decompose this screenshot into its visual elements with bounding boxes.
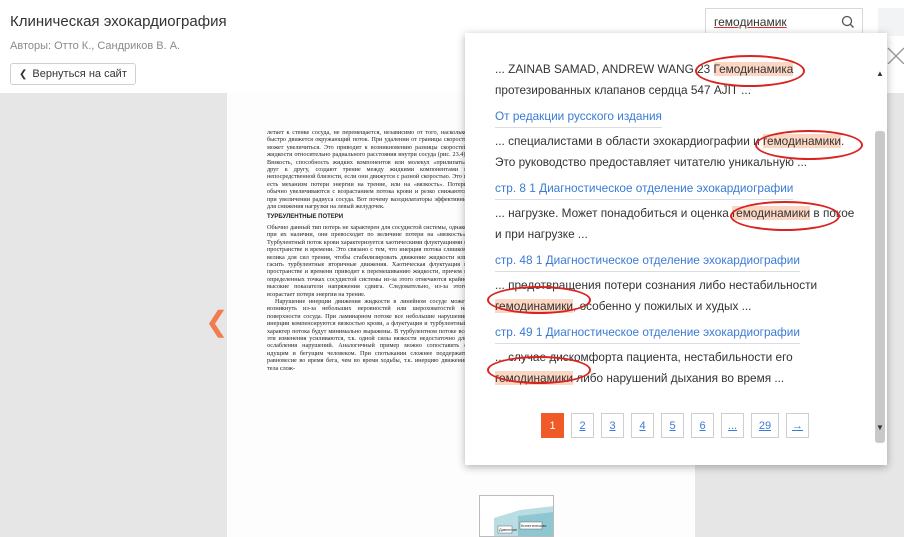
page-paragraph: летает к стенке сосуда, не перемещается,… (267, 129, 467, 211)
result-link[interactable]: От редакции русского издания (495, 106, 662, 128)
page-link-29[interactable]: 29 (751, 413, 779, 438)
page-link-1[interactable]: 1 (541, 413, 564, 438)
scroll-up-arrow-icon[interactable]: ▲ (876, 69, 884, 78)
snippet-text: , особенно у пожилых и худых ... (573, 299, 752, 313)
page-link-5[interactable]: 5 (661, 413, 684, 438)
highlighted-term: гемодинамики (495, 371, 574, 385)
snippet-text: в покое (810, 206, 855, 220)
snippet-text: ... ZAINAB SAMAD, ANDREW WANG 23 (495, 62, 714, 76)
page-link-ellipsis[interactable]: ... (721, 413, 744, 438)
figure-label: Давление (499, 527, 518, 532)
snippet-line: гемодинамики, особенно у пожилых и худых… (495, 296, 865, 317)
page-figure: Давление Кинетическая (479, 495, 554, 537)
next-page-arrow-icon[interactable]: → (786, 413, 809, 438)
snippet-line: ... специалистами в области эхокардиогра… (495, 131, 865, 152)
highlighted-term: гемодинамики (495, 299, 574, 313)
result-link[interactable]: стр. 49 1 Диагностическое отделение эхок… (495, 322, 800, 344)
search-box (705, 8, 863, 36)
search-result: От редакции русского издания ... специал… (495, 106, 865, 173)
page-link-2[interactable]: 2 (571, 413, 594, 438)
snippet-text: ... специалистами в области эхокардиогра… (495, 134, 763, 148)
result-link[interactable]: стр. 48 1 Диагностическое отделение эхок… (495, 250, 800, 272)
snippet-text: ... нагрузке. Может понадобиться и оценк… (495, 206, 733, 220)
page-link-3[interactable]: 3 (601, 413, 624, 438)
results-scrollbar[interactable]: ▲ ▼ (873, 63, 887, 443)
book-page-text: летает к стенке сосуда, не перемещается,… (267, 129, 467, 537)
page-subheading: ТУРБУЛЕНТНЫЕ ПОТЕРИ (267, 214, 344, 221)
snippet-text: либо нарушений дыхания во время ... (573, 371, 785, 385)
snippet-line: ... ZAINAB SAMAD, ANDREW WANG 23 Гемодин… (495, 59, 865, 80)
page-paragraph: Обычно данный тип потерь не характерен д… (267, 223, 467, 298)
search-result: ... ZAINAB SAMAD, ANDREW WANG 23 Гемодин… (495, 59, 865, 101)
toolbar-strip (878, 8, 904, 36)
search-input[interactable] (714, 9, 834, 35)
highlighted-term: гемодинамики (762, 134, 841, 148)
result-link[interactable]: стр. 8 1 Диагностическое отделение эхока… (495, 178, 794, 200)
search-results-list: ... ZAINAB SAMAD, ANDREW WANG 23 Гемодин… (495, 59, 865, 394)
search-result: стр. 49 1 Диагностическое отделение эхок… (495, 322, 865, 389)
close-icon[interactable] (884, 44, 904, 64)
snippet-line: ... предотвращения потери сознания либо … (495, 278, 818, 292)
book-title: Клиническая эхокардиография (10, 13, 227, 30)
pagination: 1 2 3 4 5 6 ... 29 → (541, 413, 809, 438)
search-results-popup: ... ZAINAB SAMAD, ANDREW WANG 23 Гемодин… (465, 33, 887, 465)
page-link-6[interactable]: 6 (691, 413, 714, 438)
snippet-line: гемодинамики либо нарушений дыхания во в… (495, 368, 865, 389)
scroll-down-arrow-icon[interactable]: ▼ (876, 423, 884, 432)
highlighted-term: гемодинамики (732, 206, 811, 220)
snippet-line: ... нагрузке. Может понадобиться и оценк… (495, 203, 865, 224)
back-to-site-button[interactable]: ❮ Вернуться на сайт (10, 63, 136, 85)
snippet-line: и при нагрузке ... (495, 227, 588, 241)
snippet-line: ... случае дискомфорта пациента, нестаби… (495, 350, 793, 364)
page-paragraph: Нарушение инерции движения жидкости в ли… (267, 297, 467, 372)
search-result: стр. 48 1 Диагностическое отделение эхок… (495, 250, 865, 317)
snippet-line: Это руководство предоставляет читателю у… (495, 155, 808, 169)
snippet-text: . (841, 134, 845, 148)
highlighted-term: Гемодинамика (713, 62, 794, 76)
snippet-line: протезированных клапанов сердца 547 AJIT… (495, 83, 751, 97)
search-result: стр. 8 1 Диагностическое отделение эхока… (495, 178, 865, 245)
chevron-left-icon: ❮ (19, 68, 28, 80)
book-authors: Авторы: Отто К., Сандриков В. А. (10, 40, 181, 52)
scrollbar-thumb[interactable] (875, 131, 885, 443)
page-link-4[interactable]: 4 (631, 413, 654, 438)
figure-label: Кинетическая (521, 523, 547, 528)
search-icon[interactable] (840, 14, 856, 30)
previous-page-arrow-icon[interactable]: ❮ (205, 308, 228, 336)
back-button-label: Вернуться на сайт (32, 68, 127, 80)
